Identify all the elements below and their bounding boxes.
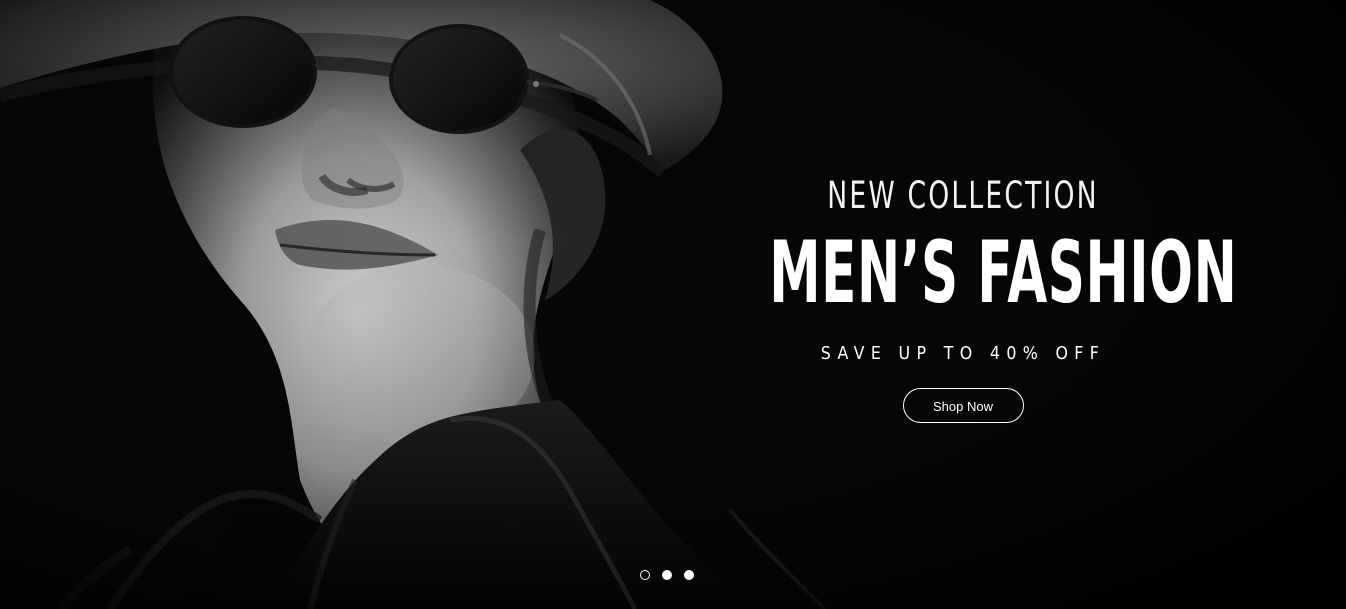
shop-now-button[interactable]: Shop Now — [902, 388, 1024, 423]
carousel-dot-2[interactable] — [662, 570, 672, 580]
carousel-dot-3[interactable] — [684, 570, 694, 580]
hero-eyebrow: NEW COLLECTION — [827, 174, 1099, 217]
hero-copy: NEW COLLECTION MEN’S FASHION SAVE UP TO … — [640, 170, 1286, 423]
carousel-dots — [640, 570, 694, 580]
carousel-dot-1[interactable] — [640, 570, 650, 580]
hero-banner: NEW COLLECTION MEN’S FASHION SAVE UP TO … — [0, 0, 1346, 609]
hero-headline: MEN’S FASHION — [769, 223, 1238, 323]
hero-subheadline: SAVE UP TO 40% OFF — [820, 343, 1106, 364]
